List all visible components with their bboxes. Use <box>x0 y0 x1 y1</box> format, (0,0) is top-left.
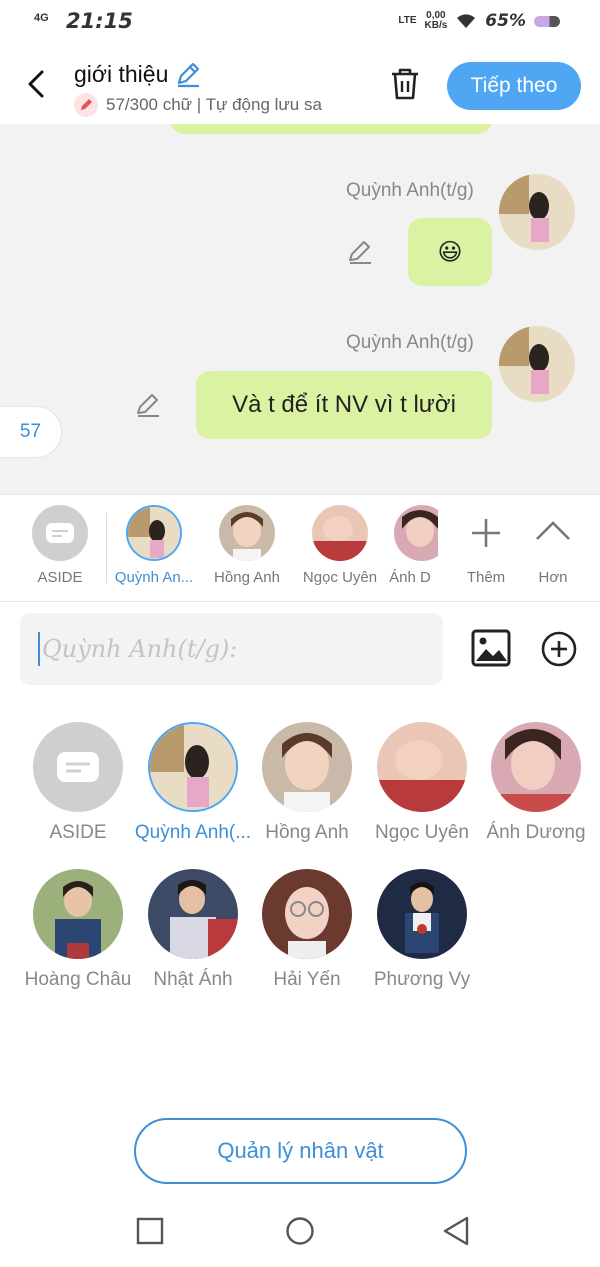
message-sender: Quỳnh Anh(t/g) <box>346 180 474 201</box>
edit-title-icon[interactable] <box>174 60 202 88</box>
system-nav-bar <box>0 1196 600 1267</box>
avatar <box>262 869 352 959</box>
avatar <box>491 722 581 812</box>
strip-label: Ánh D <box>389 569 431 586</box>
recents-icon[interactable] <box>133 1214 167 1248</box>
avatar <box>148 722 238 812</box>
network-speed: LTE <box>398 16 416 26</box>
header: giới thiệu 57/300 chữ | Tự động lưu sa T… <box>0 48 600 124</box>
input-placeholder: Quỳnh Anh(t/g): <box>42 635 238 663</box>
strip-label: Ngọc Uyên <box>302 569 378 586</box>
strip-label: Quỳnh An... <box>114 569 194 586</box>
wifi-icon <box>457 14 476 28</box>
grid-item-anh-duong[interactable]: Ánh Dương <box>478 722 594 844</box>
word-count-status: 57/300 chữ | Tự động lưu sa <box>106 95 322 114</box>
speed-readout: 0,00 KB/s <box>425 11 448 31</box>
status-bar: 4G 21:15 LTE 0,00 KB/s 65% <box>0 0 600 48</box>
strip-label: Thêm <box>466 569 506 586</box>
battery-percent: 65% <box>485 11 526 31</box>
message-sender: Quỳnh Anh(t/g) <box>346 332 474 353</box>
avatar <box>312 505 368 561</box>
text-caret <box>38 632 40 666</box>
avatar <box>219 505 275 561</box>
message-bubble[interactable]: Và t để ít NV vì t lười <box>196 371 492 439</box>
strip-item-ngoc-uyen[interactable]: Ngọc Uyên <box>295 505 385 586</box>
home-icon[interactable] <box>283 1214 317 1248</box>
network-indicator: 4G <box>34 12 49 24</box>
strip-item-hong-anh[interactable]: Hồng Anh <box>202 505 292 586</box>
page-title[interactable]: giới thiệu <box>74 60 202 88</box>
lte-label: LTE <box>398 15 417 26</box>
grid-label: Phương Vy <box>373 969 471 990</box>
trash-icon[interactable] <box>388 66 422 102</box>
title-text: giới thiệu <box>74 60 169 87</box>
battery-icon <box>534 15 560 27</box>
grid-item-quynh-anh[interactable]: Quỳnh Anh(... <box>135 722 251 844</box>
avatar <box>33 869 123 959</box>
strip-label: Hồng Anh <box>214 569 280 586</box>
message-bubble[interactable]: 😃 <box>408 218 492 286</box>
grid-item-phuong-vy[interactable]: Phương Vy <box>364 869 480 991</box>
edit-message-icon[interactable] <box>346 238 374 266</box>
strip-divider <box>106 513 107 583</box>
character-strip: ASIDE Quỳnh An... Hồng Anh Ngọc Uyên Ánh… <box>0 494 600 602</box>
next-button[interactable]: Tiếp theo <box>447 62 581 110</box>
grid-label: Ánh Dương <box>486 822 586 843</box>
grid-item-aside[interactable]: ASIDE <box>20 722 136 844</box>
message-input[interactable]: Quỳnh Anh(t/g): <box>20 613 443 685</box>
manage-characters-button[interactable]: Quản lý nhân vật <box>134 1118 467 1184</box>
back-arrow-icon[interactable] <box>22 66 52 102</box>
aside-icon <box>33 722 123 812</box>
strip-label: Hơn <box>538 569 568 586</box>
avatar <box>377 722 467 812</box>
grid-label: Hồng Anh <box>265 822 349 843</box>
avatar <box>394 505 438 561</box>
avatar <box>377 869 467 959</box>
grid-label: Ngọc Uyên <box>375 822 469 843</box>
subtitle: 57/300 chữ | Tự động lưu sa <box>74 93 364 117</box>
grid-item-hai-yen[interactable]: Hải Yến <box>249 869 365 991</box>
avatar <box>262 722 352 812</box>
speed-unit: KB/s <box>424 20 448 31</box>
add-circle-icon[interactable] <box>540 630 578 668</box>
status-time: 21:15 <box>66 9 133 33</box>
strip-label: ASIDE <box>37 569 83 586</box>
grid-label: Quỳnh Anh(... <box>134 822 252 843</box>
strip-item-anh-duong[interactable]: Ánh D <box>382 505 438 586</box>
chevron-up-icon <box>536 521 570 540</box>
grid-item-ngoc-uyen[interactable]: Ngọc Uyên <box>364 722 480 844</box>
avatar[interactable] <box>499 326 575 402</box>
grid-label: Nhật Ánh <box>153 969 233 990</box>
strip-item-aside[interactable]: ASIDE <box>15 505 105 586</box>
previous-message-bubble[interactable] <box>170 124 492 134</box>
strip-item-quynh-anh[interactable]: Quỳnh An... <box>109 505 199 586</box>
image-icon[interactable] <box>470 628 512 668</box>
grid-item-hoang-chau[interactable]: Hoàng Châu <box>20 869 136 991</box>
status-right: LTE 0,00 KB/s 65% <box>398 11 560 31</box>
grid-label: Hải Yến <box>273 969 341 990</box>
edit-message-icon[interactable] <box>134 391 162 419</box>
grid-label: ASIDE <box>49 822 107 843</box>
avatar[interactable] <box>499 174 575 250</box>
avatar <box>148 869 238 959</box>
avatar <box>126 505 182 561</box>
collapse-button[interactable]: Hơn <box>508 505 598 586</box>
grid-label: Hoàng Châu <box>24 969 132 990</box>
grid-item-nhat-anh[interactable]: Nhật Ánh <box>135 869 251 991</box>
plus-icon <box>472 519 500 547</box>
grid-item-hong-anh[interactable]: Hồng Anh <box>249 722 365 844</box>
aside-icon <box>32 505 88 561</box>
pencil-icon <box>74 93 98 117</box>
chat-area[interactable]: Quỳnh Anh(t/g) 😃 Quỳnh Anh(t/g) Và t để … <box>0 124 600 494</box>
message-count-badge[interactable]: 57 <box>0 406 62 458</box>
back-triangle-icon[interactable] <box>439 1214 473 1248</box>
